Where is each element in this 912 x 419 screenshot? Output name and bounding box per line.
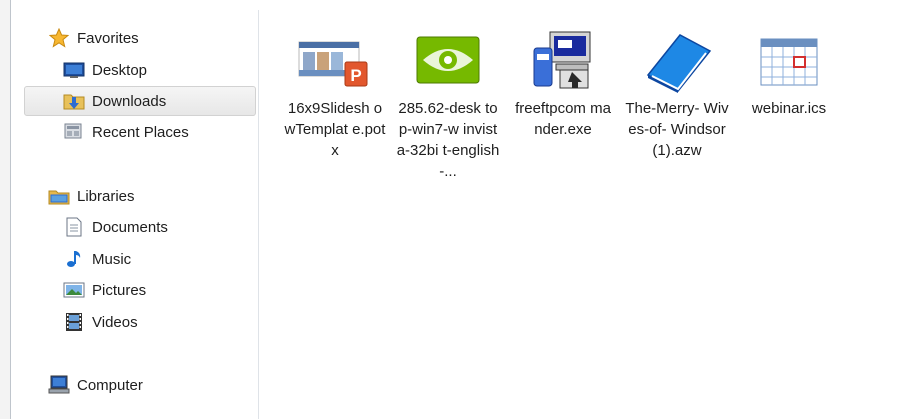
recent-places-icon [63, 121, 85, 143]
calendar-icon [749, 28, 829, 94]
libraries-icon [48, 185, 70, 207]
file-name: freeftpcom mander.exe [515, 100, 611, 138]
nav-music[interactable]: Music [63, 245, 131, 273]
nav-favorites[interactable]: Favorites [48, 24, 139, 52]
file-item[interactable]: 285.62-desk top-win7-w invista-32bi t-en… [396, 28, 500, 182]
nav-label: Favorites [77, 29, 139, 47]
nav-label: Libraries [77, 187, 135, 205]
ftp-app-icon [523, 28, 603, 94]
desktop-icon [63, 59, 85, 81]
nvidia-installer-icon [408, 28, 488, 94]
window-top-strip [11, 0, 912, 10]
file-item[interactable]: freeftpcom mander.exe [511, 28, 615, 140]
file-item[interactable]: webinar.ics [737, 28, 841, 119]
nav-label: Music [92, 250, 132, 268]
file-item[interactable]: The-Merry- Wives-of- Windsor (1).azw [625, 28, 729, 161]
file-name: 285.62-desk top-win7-w invista-32bi t-en… [396, 100, 500, 180]
nav-recent-places[interactable]: Recent Places [63, 118, 189, 146]
nav-documents[interactable]: Documents [63, 213, 168, 241]
music-icon [63, 248, 85, 270]
file-item[interactable]: P 16x9Slidesh owTemplat e.potx [283, 28, 387, 161]
svg-text:P: P [350, 66, 361, 85]
nav-label: Desktop [92, 61, 148, 79]
nav-label: Videos [92, 313, 138, 331]
file-name: webinar.ics [751, 100, 827, 117]
nav-label: Computer [77, 376, 143, 394]
videos-icon [63, 311, 85, 333]
computer-icon [48, 374, 70, 396]
nav-videos[interactable]: Videos [63, 308, 138, 336]
nav-label: Documents [92, 218, 168, 236]
navigation-pane: Favorites Desktop Downloads Recent Place… [11, 10, 259, 419]
ebook-icon [637, 28, 717, 94]
documents-icon [63, 216, 85, 238]
nav-label: Downloads [92, 92, 167, 110]
nav-label: Recent Places [92, 123, 189, 141]
file-name: 16x9Slidesh owTemplat e.potx [284, 100, 386, 159]
pictures-icon [63, 279, 85, 301]
nav-computer[interactable]: Computer [48, 371, 143, 399]
nav-label: Pictures [92, 281, 147, 299]
file-name: The-Merry- Wives-of- Windsor (1).azw [625, 100, 729, 159]
nav-libraries[interactable]: Libraries [48, 182, 135, 210]
file-list-pane: P 16x9Slidesh owTemplat e.potx 285.62-de… [259, 10, 912, 419]
window-left-border [0, 0, 11, 419]
downloads-folder-icon [63, 90, 85, 112]
nav-downloads[interactable]: Downloads [24, 86, 256, 116]
nav-pictures[interactable]: Pictures [63, 276, 146, 304]
star-icon [48, 27, 70, 49]
powerpoint-template-icon: P [295, 28, 375, 94]
nav-desktop[interactable]: Desktop [63, 56, 147, 84]
